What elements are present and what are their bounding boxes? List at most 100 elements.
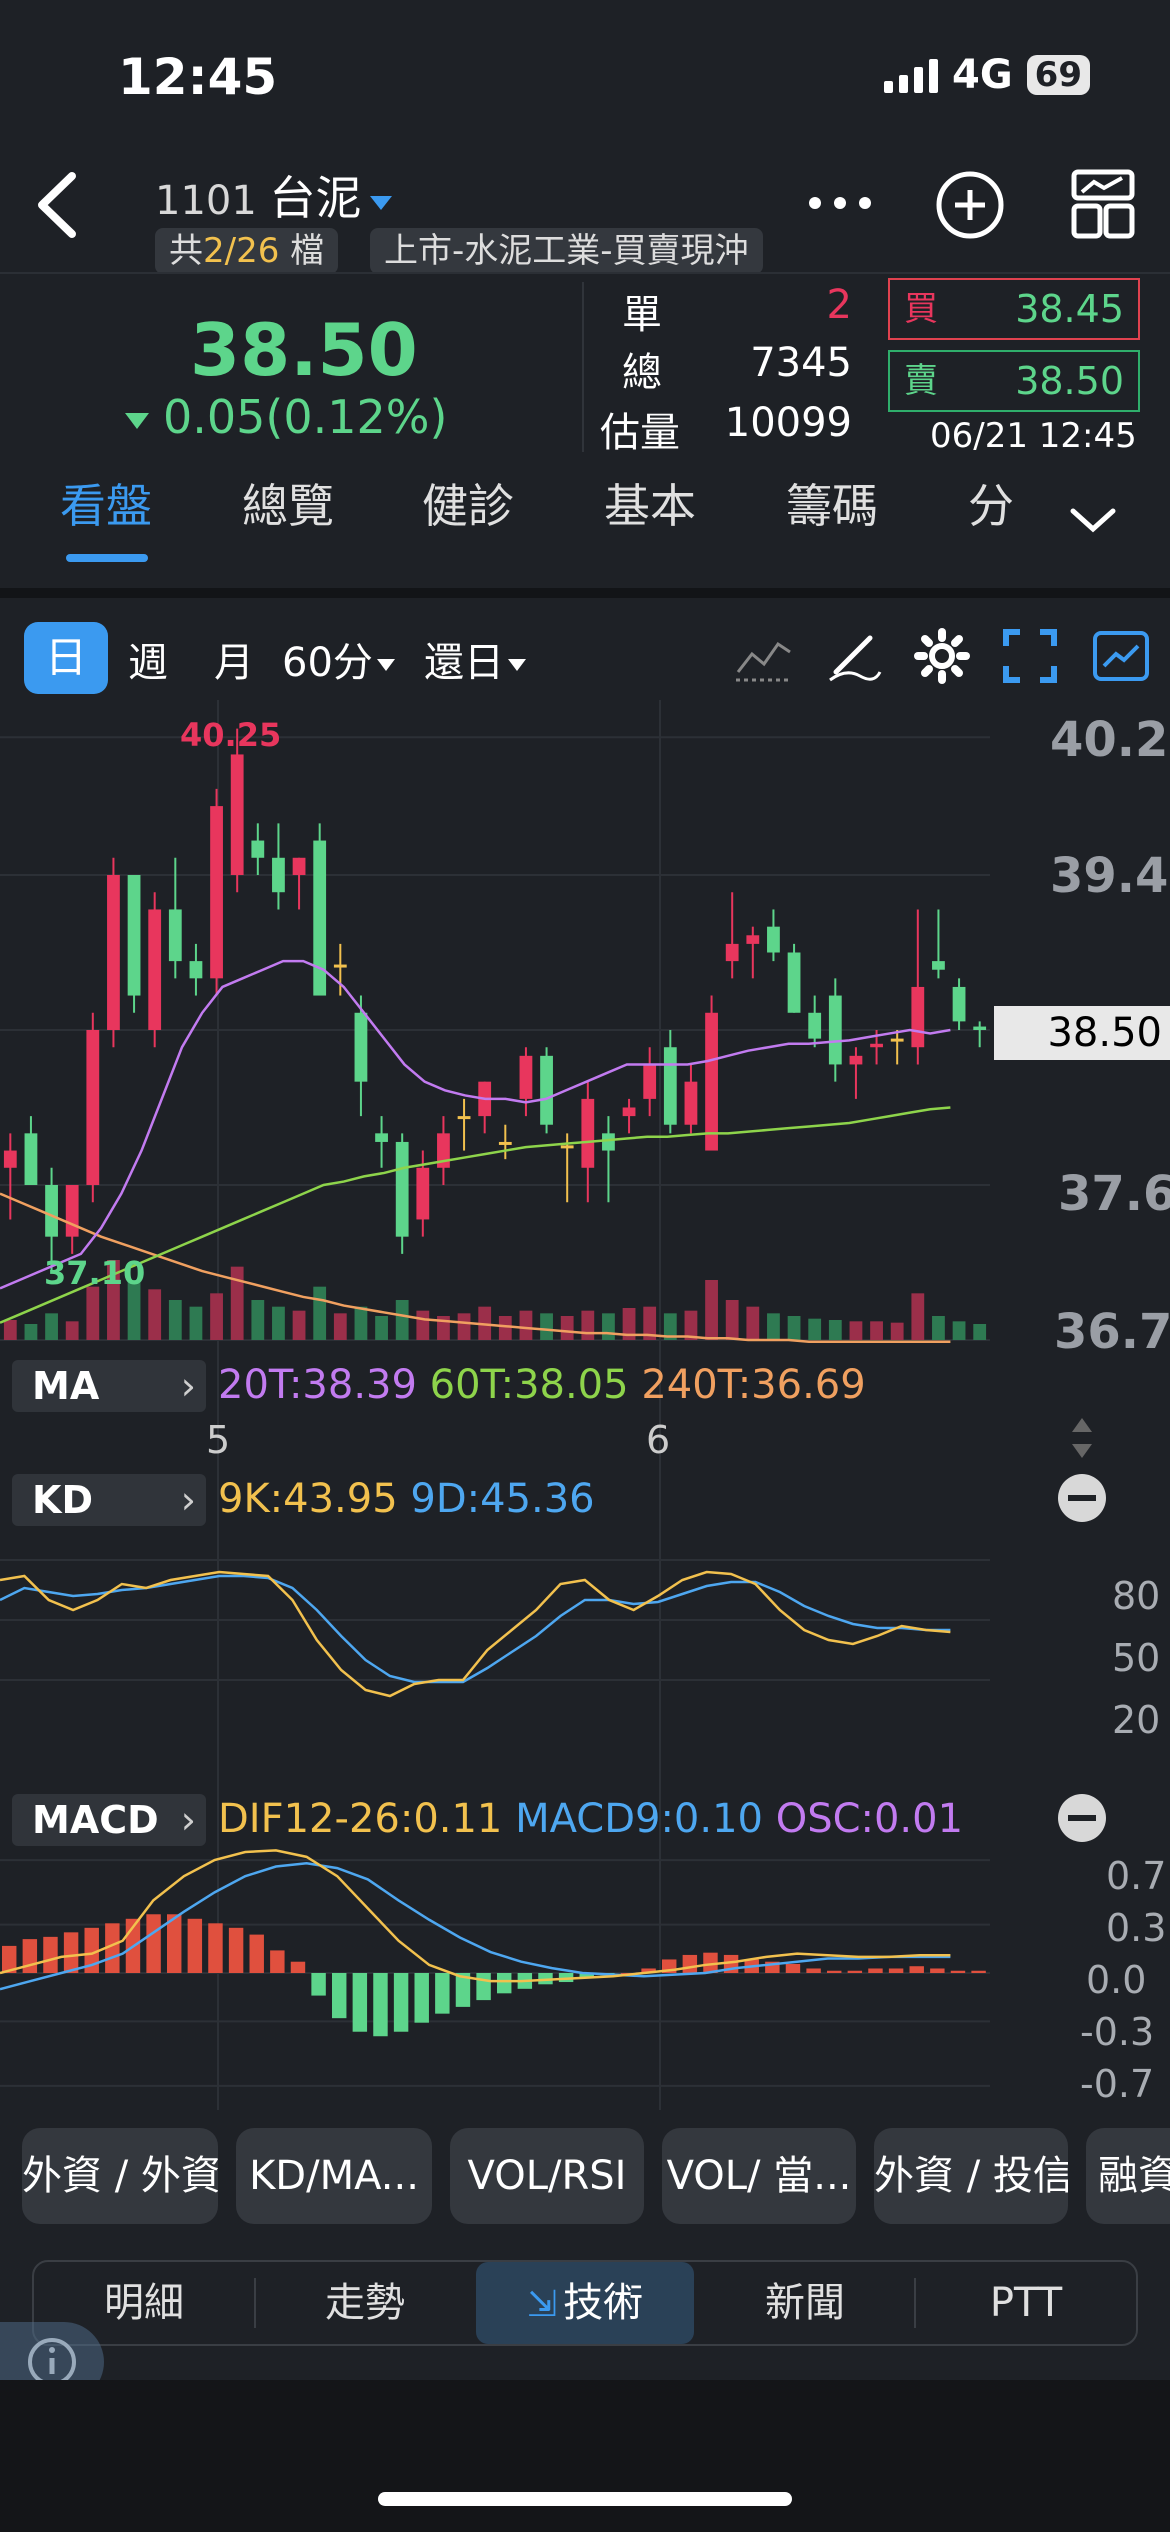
tab-diagnosis[interactable]: 健診 bbox=[422, 470, 514, 536]
divider bbox=[582, 282, 584, 452]
seg-technical[interactable]: ⇲ 技術 bbox=[476, 2262, 694, 2344]
kd-tick: 20 bbox=[1112, 1698, 1161, 1742]
estimate-volume: 10099 bbox=[724, 400, 852, 446]
kd-indicator-button[interactable]: KD › bbox=[12, 1474, 206, 1526]
preset-vol-daytrade[interactable]: VOL/ 當... bbox=[662, 2128, 856, 2224]
tab-summary[interactable]: 總覽 bbox=[242, 470, 334, 536]
stock-title[interactable]: 1101 台泥 bbox=[155, 162, 392, 228]
volume-bar bbox=[272, 1306, 285, 1340]
candle-body bbox=[602, 1133, 615, 1151]
resize-handle-icon[interactable] bbox=[1070, 1416, 1094, 1460]
seg-ptt[interactable]: PTT bbox=[916, 2262, 1136, 2344]
layout-icon[interactable] bbox=[1070, 168, 1136, 240]
volume-bar bbox=[333, 1313, 347, 1340]
candle-body bbox=[870, 1043, 883, 1048]
macd-tick: -0.7 bbox=[1080, 2062, 1155, 2106]
osc-bar bbox=[682, 1954, 698, 1973]
add-icon[interactable] bbox=[935, 170, 1005, 240]
volume-bar bbox=[973, 1324, 987, 1340]
total-label: 總 bbox=[622, 350, 662, 396]
osc-bar bbox=[785, 1963, 801, 1973]
status-indicators: 4G 69 bbox=[884, 52, 1090, 98]
home-indicator[interactable] bbox=[378, 2492, 792, 2506]
tab-more[interactable]: 分 bbox=[968, 470, 1014, 536]
candle-body bbox=[210, 806, 223, 979]
chart-high-label: 40.25 bbox=[180, 716, 282, 754]
volume-bar bbox=[767, 1313, 780, 1340]
single-label: 單 bbox=[622, 292, 662, 338]
price-change: 0.05(0.12%) bbox=[125, 390, 447, 444]
current-price: 38.50 bbox=[190, 308, 418, 392]
chevron-down-icon[interactable] bbox=[1068, 505, 1118, 535]
candle-body bbox=[746, 935, 760, 944]
volume-bar bbox=[849, 1321, 863, 1340]
volume-bar bbox=[560, 1316, 574, 1340]
candle-body bbox=[333, 964, 347, 968]
y-tick: 39.4 bbox=[1050, 848, 1169, 904]
trendline-icon[interactable] bbox=[734, 632, 794, 684]
more-icon[interactable] bbox=[805, 188, 875, 218]
fullscreen-icon[interactable] bbox=[1002, 628, 1058, 684]
osc-bar bbox=[806, 1968, 821, 1973]
volume-bar bbox=[65, 1321, 79, 1340]
volume-bar bbox=[911, 1293, 925, 1340]
macd-values: DIF12-26:0.11 MACD9:0.10 OSC:0.01 bbox=[218, 1796, 964, 1842]
ma-values: 20T:38.39 60T:38.05 240T:36.69 bbox=[218, 1362, 866, 1408]
restore-select[interactable]: 還日 bbox=[424, 630, 526, 688]
screenshot-icon[interactable] bbox=[1092, 630, 1150, 682]
preset-foreign-trust[interactable]: 外資 / 投信 bbox=[874, 2128, 1068, 2224]
candle-body bbox=[3, 1150, 17, 1168]
candle-body bbox=[540, 1055, 553, 1125]
kd-tick: 80 bbox=[1112, 1574, 1161, 1618]
candle-body bbox=[643, 1064, 657, 1099]
period-minute-select[interactable]: 60分 bbox=[282, 630, 395, 688]
collapse-icon: ⇲ bbox=[526, 2284, 558, 2325]
period-day-button[interactable]: 日 bbox=[24, 622, 108, 694]
volume-bar bbox=[519, 1310, 533, 1340]
tab-chips[interactable]: 籌碼 bbox=[786, 470, 878, 536]
candle-body bbox=[498, 1141, 512, 1145]
volume-bar bbox=[540, 1313, 553, 1340]
osc-bar bbox=[146, 1914, 161, 1973]
ma-indicator-button[interactable]: MA › bbox=[12, 1360, 206, 1412]
candle-body bbox=[849, 1055, 863, 1065]
tab-fundamentals[interactable]: 基本 bbox=[604, 470, 696, 536]
kd-values: 9K:43.95 9D:45.36 bbox=[218, 1476, 595, 1522]
draw-pen-icon[interactable] bbox=[826, 628, 882, 684]
macd-indicator-button[interactable]: MACD › bbox=[12, 1794, 206, 1846]
volume-bar bbox=[251, 1300, 265, 1340]
osc-bar bbox=[909, 1966, 924, 1973]
preset-foreign-foreign[interactable]: 外資 / 外資 bbox=[22, 2128, 218, 2224]
period-month-button[interactable]: 月 bbox=[214, 630, 254, 688]
back-arrow-icon[interactable] bbox=[28, 170, 88, 240]
volume-bar bbox=[45, 1313, 58, 1340]
candle-body bbox=[127, 875, 141, 996]
preset-margin[interactable]: 融資 bbox=[1086, 2128, 1170, 2224]
osc-bar bbox=[435, 1973, 450, 2014]
dropdown-caret-icon bbox=[376, 659, 395, 671]
estimate-label: 估量 bbox=[600, 410, 680, 456]
watchlist-count: 共2/26 檔 bbox=[155, 228, 339, 274]
remove-macd-button[interactable] bbox=[1058, 1794, 1106, 1842]
seg-news[interactable]: 新聞 bbox=[696, 2262, 914, 2344]
candle-body bbox=[622, 1107, 636, 1117]
down-arrow-icon bbox=[125, 412, 149, 429]
volume-bar bbox=[210, 1293, 223, 1340]
settings-gear-icon[interactable] bbox=[914, 628, 970, 684]
preset-vol-rsi[interactable]: VOL/RSI bbox=[450, 2128, 644, 2224]
period-week-button[interactable]: 週 bbox=[128, 630, 168, 688]
seg-trend[interactable]: 走勢 bbox=[256, 2262, 474, 2344]
candle-body bbox=[24, 1133, 38, 1185]
tab-overview-board[interactable]: 看盤 bbox=[60, 470, 152, 536]
signal-icon bbox=[884, 57, 938, 93]
single-volume: 2 bbox=[826, 282, 852, 328]
x-tick: 6 bbox=[646, 1418, 671, 1462]
candle-body bbox=[86, 1030, 100, 1185]
volume-bar bbox=[86, 1286, 100, 1340]
macd-tick: 0.3 bbox=[1106, 1906, 1167, 1950]
candle-body bbox=[684, 1081, 698, 1125]
remove-kd-button[interactable] bbox=[1058, 1474, 1106, 1522]
volume-bar bbox=[3, 1320, 17, 1340]
candle-body bbox=[519, 1055, 533, 1099]
preset-kd-ma[interactable]: KD/MA... bbox=[236, 2128, 432, 2224]
